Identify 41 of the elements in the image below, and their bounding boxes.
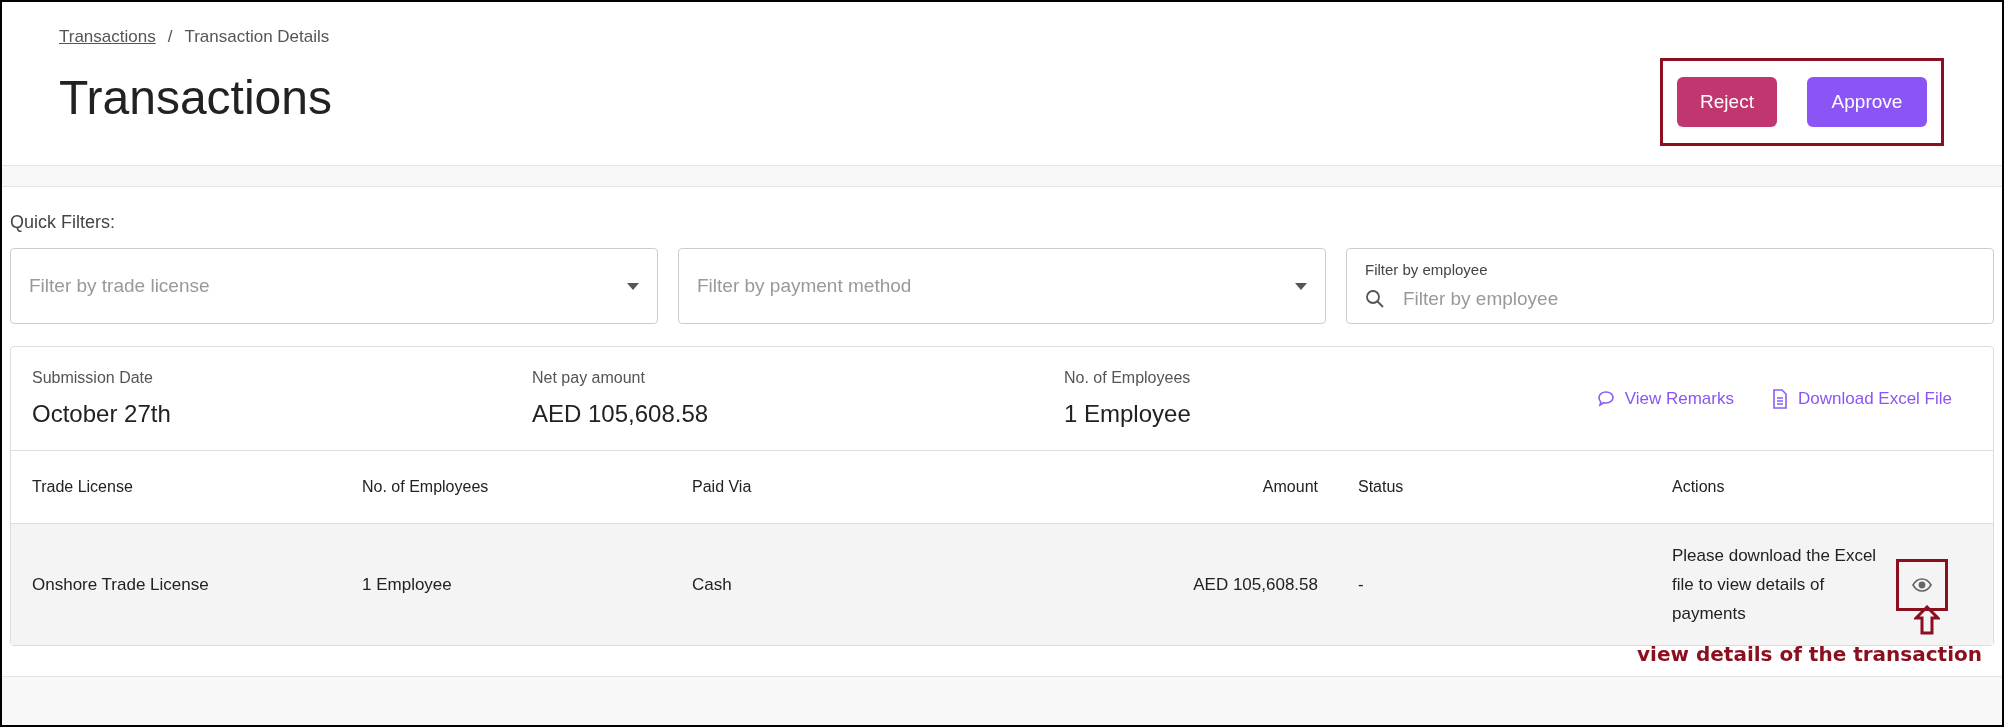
column-header: Status — [1358, 477, 1404, 497]
dropdown-caret-icon — [1295, 282, 1307, 290]
column-header: No. of Employees — [362, 477, 489, 497]
field-label: Filter by employee — [1365, 259, 1489, 280]
column-header: Amount — [1262, 477, 1318, 497]
summary-label: Net pay amount — [532, 367, 646, 388]
dropdown-caret-icon — [627, 282, 639, 290]
filter-placeholder: Filter by payment method — [697, 273, 912, 298]
summary-label: No. of Employees — [1064, 367, 1192, 388]
breadcrumb-separator: / — [167, 26, 173, 48]
download-link[interactable]: Download Excel File — [1772, 385, 1952, 412]
remarks-link[interactable]: View Remarks — [1596, 385, 1734, 412]
employee-search-field[interactable]: Filter by employee Filter by employee — [1346, 248, 1994, 324]
table-cell-text: AED 105,608.58 — [1193, 573, 1318, 596]
actions-note: Please download the Excel file to view details of payments — [1672, 545, 1878, 625]
table-cell-text: Onshore Trade License — [32, 573, 209, 596]
summary-value: AED 105,608.58 — [532, 398, 710, 429]
document-icon — [1772, 388, 1788, 409]
table-cell-text: 1 Employee — [362, 573, 452, 596]
column-header: Trade License — [32, 477, 133, 497]
table-cell-text: - — [1358, 573, 1364, 596]
summary-label: Submission Date — [32, 367, 154, 388]
approve-button[interactable]: Approve — [1807, 77, 1927, 127]
reject-button[interactable]: Reject — [1677, 77, 1777, 127]
page-title: Transactions — [59, 73, 332, 122]
summary-value: October 27th — [32, 398, 172, 429]
filter-placeholder: Filter by trade license — [29, 273, 210, 298]
breadcrumb-link[interactable]: Transactions — [59, 24, 156, 50]
breadcrumb-current: Transaction Details — [184, 26, 330, 48]
column-header: Paid Via — [692, 477, 752, 497]
annotation-text: view details of the transaction — [1637, 641, 1982, 668]
eye-icon — [1912, 577, 1932, 592]
filter-dropdown[interactable]: Filter by trade license — [10, 248, 658, 324]
filter-dropdown[interactable]: Filter by payment method — [678, 248, 1326, 324]
column-header: Actions — [1672, 477, 1725, 497]
speech-bubble-icon — [1596, 389, 1615, 408]
table-cell-text: Cash — [692, 573, 732, 596]
search-icon — [1365, 289, 1385, 310]
summary-value: 1 Employee — [1064, 398, 1192, 429]
quick-filters-label: Quick Filters: — [10, 211, 116, 234]
search-input[interactable]: Filter by employee — [1403, 285, 1975, 314]
